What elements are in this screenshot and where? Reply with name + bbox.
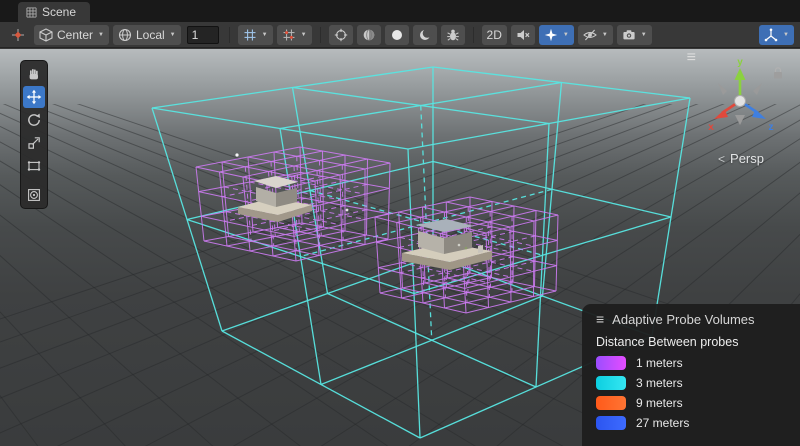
move-icon: [26, 89, 42, 105]
probe-legend: 1 meters 3 meters 9 meters 27 meters: [582, 356, 800, 430]
audio-mute-button[interactable]: [511, 25, 535, 45]
move-tool-button[interactable]: [23, 86, 45, 108]
tool-settings-button[interactable]: [6, 25, 30, 45]
scene-viewport[interactable]: ≡: [0, 49, 800, 446]
menu-icon[interactable]: ≡: [596, 311, 604, 327]
chevron-down-icon: ▼: [170, 32, 176, 38]
chevron-down-icon: ▼: [602, 32, 608, 38]
scale-icon: [26, 135, 42, 151]
legend-swatch: [596, 356, 626, 370]
toolbar-separator: [229, 27, 230, 43]
grid-axis-icon: [243, 28, 257, 42]
moon-icon: [418, 28, 432, 42]
pivot-mode-dropdown[interactable]: Center ▼: [34, 25, 109, 45]
toolbar-separator: [473, 27, 474, 43]
tool-palette-divider: [23, 178, 45, 183]
probe-panel-header[interactable]: ≡ Adaptive Probe Volumes: [582, 304, 800, 332]
debug-button[interactable]: [441, 25, 465, 45]
overlay-menu-handle[interactable]: ≡: [687, 49, 696, 67]
legend-swatch: [596, 396, 626, 410]
chevron-down-icon: ▼: [563, 32, 569, 38]
scene-visibility-dropdown[interactable]: ▼: [578, 25, 613, 45]
orientation-dropdown[interactable]: Local ▼: [113, 25, 181, 45]
chevron-down-icon: ▼: [641, 32, 647, 38]
rect-icon: [26, 158, 42, 174]
cube-icon: [39, 28, 53, 42]
rotate-tool-button[interactable]: [23, 109, 45, 131]
legend-row: 3 meters: [596, 376, 786, 390]
projection-toggle[interactable]: < Persp: [718, 151, 764, 166]
hand-icon: [26, 66, 42, 82]
bug-icon: [446, 28, 460, 42]
scene-gizmo-dropdown[interactable]: ▼: [759, 25, 794, 45]
legend-label: 9 meters: [636, 396, 683, 410]
scale-tool-button[interactable]: [23, 132, 45, 154]
camera-icon: [622, 28, 636, 42]
grid-tab-icon: [26, 7, 37, 18]
gizmos-toggle-button[interactable]: [329, 25, 353, 45]
transform-tool-button[interactable]: [23, 184, 45, 206]
scene-lighting-button[interactable]: [385, 25, 409, 45]
tab-bar: Scene: [0, 0, 800, 22]
chevron-down-icon: ▼: [98, 32, 104, 38]
legend-label: 1 meters: [636, 356, 683, 370]
legend-swatch: [596, 416, 626, 430]
circle-crosshair-icon: [334, 28, 348, 42]
transform-icon: [26, 187, 42, 203]
chevron-down-icon: ▼: [783, 32, 789, 38]
2d-mode-button[interactable]: 2D: [482, 25, 507, 45]
toolbar-separator: [320, 27, 321, 43]
legend-label: 27 meters: [636, 416, 689, 430]
axis-orientation-gizmo[interactable]: y x z: [704, 55, 788, 139]
snap-grid-icon: [282, 28, 296, 42]
rect-tool-button[interactable]: [23, 155, 45, 177]
shading-mode-button[interactable]: [357, 25, 381, 45]
tab-scene[interactable]: Scene: [18, 2, 90, 22]
scene-toolbar: Center ▼ Local ▼ ▼: [0, 22, 800, 48]
axis-tripod-icon: [764, 28, 778, 42]
axis-label-x: x: [708, 122, 714, 133]
chevron-down-icon: ▼: [262, 32, 268, 38]
orientation-label: Local: [136, 25, 165, 45]
axis-label-z: z: [769, 122, 774, 133]
speaker-muted-icon: [516, 28, 530, 42]
probe-panel-title: Adaptive Probe Volumes: [612, 312, 754, 327]
axis-label-y: y: [737, 57, 743, 68]
light-sphere-icon: [390, 28, 404, 42]
eye-slash-icon: [583, 28, 597, 42]
axis-gizmo-graphic: y x z: [704, 55, 788, 139]
legend-label: 3 meters: [636, 376, 683, 390]
adaptive-probe-volumes-panel: ≡ Adaptive Probe Volumes Distance Betwee…: [582, 304, 800, 446]
sparkle-icon: [544, 28, 558, 42]
chevron-down-icon: ▼: [301, 32, 307, 38]
camera-overlay-dropdown[interactable]: ▼: [617, 25, 652, 45]
legend-row: 9 meters: [596, 396, 786, 410]
tool-settings-icon: [11, 28, 25, 42]
snap-increment-input[interactable]: [187, 26, 219, 44]
effects-dropdown[interactable]: ▼: [539, 25, 574, 45]
chevron-left-icon: <: [718, 152, 725, 166]
rotate-icon: [26, 112, 42, 128]
tab-label: Scene: [42, 5, 76, 19]
legend-row: 27 meters: [596, 416, 786, 430]
legend-swatch: [596, 376, 626, 390]
pivot-mode-label: Center: [57, 25, 93, 45]
globe-icon: [118, 28, 132, 42]
lighting-off-button[interactable]: [413, 25, 437, 45]
snap-settings-dropdown[interactable]: ▼: [277, 25, 312, 45]
grid-visibility-dropdown[interactable]: ▼: [238, 25, 273, 45]
2d-mode-label: 2D: [487, 25, 502, 45]
projection-label: Persp: [730, 151, 764, 166]
probe-panel-subtitle: Distance Between probes: [582, 332, 800, 356]
shaded-sphere-icon: [362, 28, 376, 42]
legend-row: 1 meters: [596, 356, 786, 370]
unity-scene-window: Scene Center ▼ Local ▼: [0, 0, 800, 446]
tool-palette: [20, 60, 48, 209]
hand-tool-button[interactable]: [23, 63, 45, 85]
